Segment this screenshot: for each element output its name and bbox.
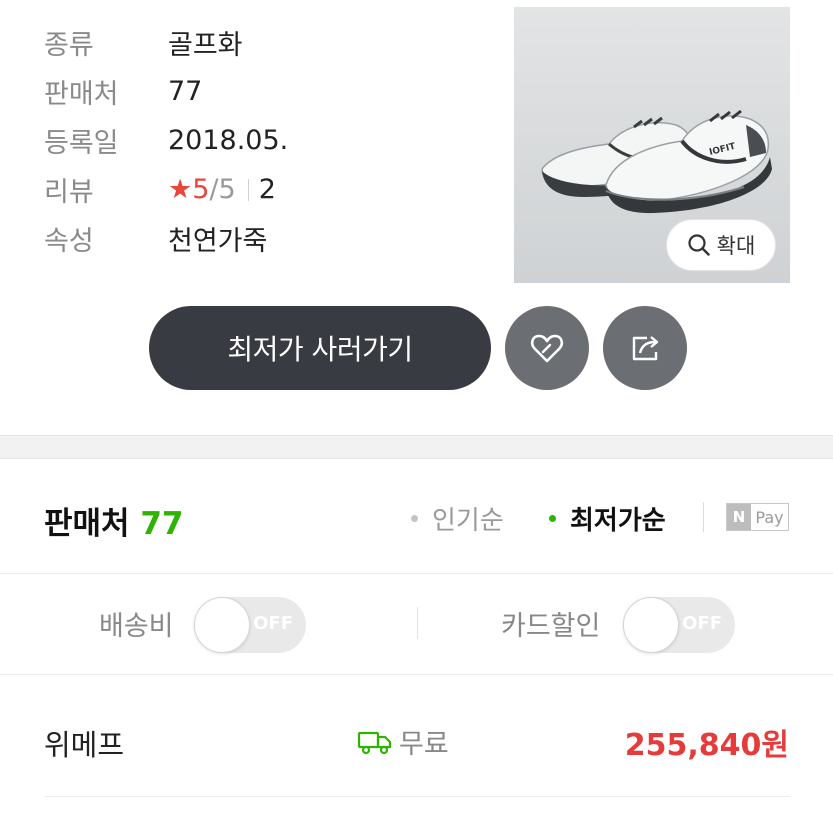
section-divider <box>0 435 833 459</box>
star-icon: ★ <box>168 173 193 205</box>
bullet-icon <box>549 515 556 522</box>
divider <box>0 674 833 675</box>
sellers-count: 77 <box>140 506 184 542</box>
review-count: 2 <box>258 173 276 205</box>
sort-lowest-label: 최저가순 <box>570 506 666 536</box>
store-name[interactable]: 위메프 <box>44 722 124 764</box>
sort-popular-label: 인기순 <box>432 506 504 536</box>
review-separator: / <box>209 173 219 205</box>
bullet-icon <box>411 515 418 522</box>
info-value: 골프화 <box>168 29 243 61</box>
review-max: 5 <box>218 173 236 205</box>
info-value: 천연가죽 <box>168 225 268 257</box>
sort-lowest-price-option[interactable]: 최저가순 <box>549 500 666 537</box>
divider <box>0 573 833 574</box>
divider <box>44 796 790 797</box>
toggle-state: OFF <box>253 613 293 634</box>
npay-text: Pay <box>755 507 784 527</box>
zoom-button[interactable]: 확대 <box>666 219 776 271</box>
info-row-date: 등록일 2018.05. <box>44 120 288 160</box>
review-summary[interactable]: ★5/5 2 <box>168 174 276 205</box>
sellers-heading: 판매처 77 <box>44 498 184 543</box>
truck-icon <box>357 731 392 754</box>
toggle-state: OFF <box>682 613 722 634</box>
zoom-label: 확대 <box>716 234 756 258</box>
info-label: 등록일 <box>44 127 119 159</box>
info-label: 속성 <box>44 225 94 257</box>
divider <box>247 179 249 201</box>
share-icon <box>632 336 659 361</box>
toggle-knob <box>623 597 679 653</box>
info-value: 77 <box>168 75 203 107</box>
info-row-seller: 판매처 77 <box>44 71 202 111</box>
wishlist-button[interactable] <box>505 306 589 390</box>
shipping-label: 무료 <box>399 729 449 760</box>
sellers-title: 판매처 <box>44 506 130 542</box>
shipping-fee-label: 배송비 <box>99 611 174 642</box>
info-label: 리뷰 <box>44 176 94 208</box>
info-row-attribute: 속성 천연가죽 <box>44 218 267 258</box>
card-discount-toggle[interactable]: OFF <box>623 597 735 653</box>
info-label: 판매처 <box>44 78 119 110</box>
share-button[interactable] <box>603 306 687 390</box>
buy-lowest-price-button[interactable]: 최저가 사러가기 <box>149 306 491 390</box>
review-score: 5 <box>192 173 210 205</box>
offer-price[interactable]: 255,840원 <box>625 720 789 764</box>
info-row-category: 종류 골프화 <box>44 22 243 62</box>
heart-icon <box>530 334 564 363</box>
sort-popular-option[interactable]: 인기순 <box>411 500 504 537</box>
product-image[interactable]: IOFIT 확대 <box>514 7 790 283</box>
npay-filter[interactable]: N Pay <box>726 503 789 531</box>
shipping-info: 무료 <box>357 722 449 761</box>
toggle-knob <box>194 597 250 653</box>
npay-logo-icon: N <box>727 504 751 530</box>
divider <box>417 607 418 639</box>
magnifier-icon <box>688 234 710 256</box>
info-value: 2018.05. <box>168 124 289 156</box>
info-row-review[interactable]: 리뷰 ★5/5 2 <box>44 169 276 209</box>
shipping-fee-toggle[interactable]: OFF <box>194 597 306 653</box>
card-discount-label: 카드할인 <box>501 611 601 642</box>
divider <box>703 502 704 532</box>
info-label: 종류 <box>44 29 94 61</box>
